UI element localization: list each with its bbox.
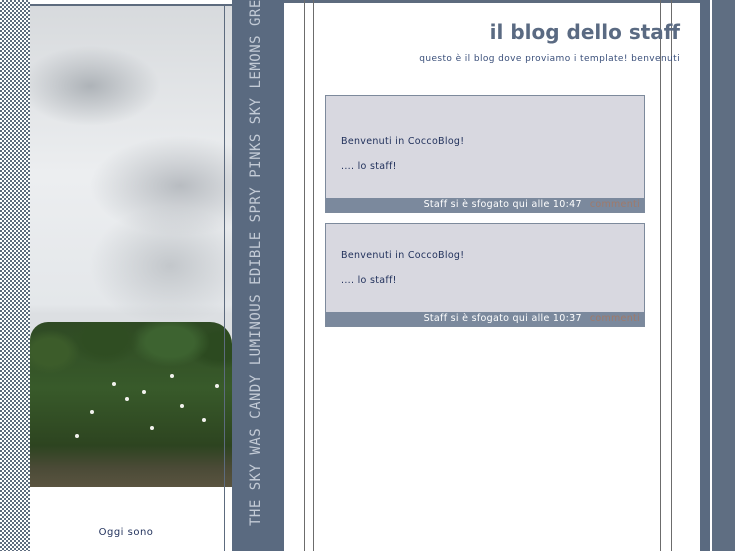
post-timestamp[interactable]: Staff si è sfogato qui alle 10:47 — [424, 199, 582, 210]
right-stripe-outer — [712, 0, 735, 551]
post-body: Benvenuti in CoccoBlog! .... lo staff! — [341, 136, 464, 186]
post-body: Benvenuti in CoccoBlog! .... lo staff! — [341, 250, 464, 300]
post-footer: Staff si è sfogato qui alle 10:47 comment… — [326, 198, 644, 212]
checkered-border — [0, 0, 30, 551]
post-footer: Staff si è sfogato qui alle 10:37 comment… — [326, 312, 644, 326]
band-text: THE SKY WAS CANDY LUMINOUS EDIBLE SPRY P… — [248, 0, 264, 526]
post-signature: .... lo staff! — [341, 161, 397, 172]
flower-dot — [150, 426, 154, 430]
content-border-right-inner — [660, 0, 661, 551]
flower-dot — [202, 418, 206, 422]
comments-link[interactable]: commenti — [590, 313, 640, 324]
blog-title[interactable]: il blog dello staff — [490, 20, 680, 44]
blog-subtitle: questo è il blog dove proviamo i templat… — [419, 54, 680, 64]
post-signature: .... lo staff! — [341, 275, 397, 286]
sky-photo — [30, 4, 232, 487]
flower-dot — [75, 434, 79, 438]
content-border-left-inner — [313, 0, 314, 551]
vertical-text-band: THE SKY WAS CANDY LUMINOUS EDIBLE SPRY P… — [232, 0, 284, 551]
blog-post: Benvenuti in CoccoBlog! .... lo staff! S… — [325, 223, 645, 327]
sidebar-photo-column — [30, 0, 232, 551]
flower-dot — [215, 384, 219, 388]
content-border-left-outer — [304, 0, 305, 551]
flower-dot — [180, 404, 184, 408]
right-stripe — [700, 0, 710, 551]
photo-divider — [224, 4, 225, 551]
comments-link[interactable]: commenti — [590, 199, 640, 210]
content-border-right-outer — [671, 0, 672, 551]
post-timestamp[interactable]: Staff si è sfogato qui alle 10:37 — [424, 313, 582, 324]
flower-dot — [125, 397, 129, 401]
sidebar-caption: Oggi sono — [98, 527, 154, 538]
bushes-photo — [30, 322, 232, 487]
post-line: Benvenuti in CoccoBlog! — [341, 136, 465, 147]
post-line: Benvenuti in CoccoBlog! — [341, 250, 465, 261]
blog-post: Benvenuti in CoccoBlog! .... lo staff! S… — [325, 95, 645, 213]
flower-dot — [142, 390, 146, 394]
flower-dot — [90, 410, 94, 414]
flower-dot — [112, 382, 116, 386]
flower-dot — [170, 374, 174, 378]
